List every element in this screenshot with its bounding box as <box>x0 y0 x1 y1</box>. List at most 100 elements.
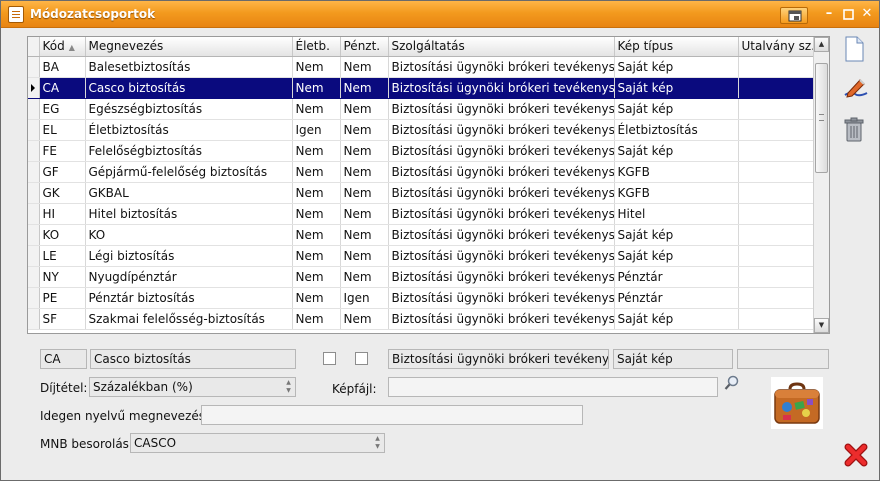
cell-megnevezes[interactable]: KO <box>85 224 293 246</box>
cell-megnevezes[interactable]: Életbiztosítás <box>85 119 293 141</box>
column-header-eletb[interactable]: Életb. <box>292 37 341 57</box>
cell-eletb[interactable]: Nem <box>292 203 341 225</box>
cell-utalvany[interactable] <box>738 161 815 183</box>
cell-szolgaltatas[interactable]: Biztosítási ügynöki brókeri tevékenység <box>388 224 615 246</box>
service-field[interactable]: Biztosítási ügynöki brókeri tevékenység <box>388 349 609 369</box>
modozat-grid[interactable]: Kód ▲ Megnevezés Életb. Pénzt. Szolgáltat… <box>27 36 830 334</box>
cell-utalvany[interactable] <box>738 182 815 204</box>
cell-kod[interactable]: PE <box>39 287 86 309</box>
cell-utalvany[interactable] <box>738 56 815 78</box>
cell-penzt[interactable]: Nem <box>340 140 389 162</box>
cell-kep-tipus[interactable]: Saját kép <box>614 308 739 330</box>
row-indicator[interactable] <box>28 98 40 120</box>
row-indicator[interactable] <box>28 77 40 99</box>
title-bar[interactable]: Módozatcsoportok – ✕ <box>1 1 879 28</box>
cell-megnevezes[interactable]: Gépjármű-felelőség biztosítás <box>85 161 293 183</box>
column-header-megnevezes[interactable]: Megnevezés <box>85 37 293 57</box>
cell-eletb[interactable]: Nem <box>292 98 341 120</box>
cell-utalvany[interactable] <box>738 119 815 141</box>
suitcase-image[interactable] <box>771 377 823 429</box>
cell-szolgaltatas[interactable]: Biztosítási ügynöki brókeri tevékenység <box>388 287 615 309</box>
cell-kep-tipus[interactable]: Saját kép <box>614 140 739 162</box>
table-row[interactable]: BA Balesetbiztosítás Nem Nem Biztosítási ügy… <box>28 56 815 78</box>
restore-icon[interactable] <box>780 7 808 24</box>
cell-kod[interactable]: EG <box>39 98 86 120</box>
cell-megnevezes[interactable]: Felelőségbiztosítás <box>85 140 293 162</box>
cell-szolgaltatas[interactable]: Biztosítási ügynöki brókeri tevékenység <box>388 77 615 99</box>
table-row[interactable]: EG Egészségbiztosítás Nem Nem Biztosítási üg… <box>28 98 815 120</box>
cell-megnevezes[interactable]: Balesetbiztosítás <box>85 56 293 78</box>
cell-megnevezes[interactable]: Egészségbiztosítás <box>85 98 293 120</box>
cell-kep-tipus[interactable]: KGFB <box>614 182 739 204</box>
column-header-szolgaltatas[interactable]: Szolgáltatás <box>388 37 615 57</box>
spin-arrows-icon[interactable]: ▲ ▼ <box>283 379 294 395</box>
cell-kep-tipus[interactable]: Saját kép <box>614 98 739 120</box>
cell-szolgaltatas[interactable]: Biztosítási ügynöki brókeri tevékenység <box>388 140 615 162</box>
table-row[interactable]: EL Életbiztosítás Igen Nem Biztosítási ügynö… <box>28 119 815 141</box>
cell-szolgaltatas[interactable]: Biztosítási ügynöki brókeri tevékenység <box>388 161 615 183</box>
fee-select[interactable]: Százalékban (%) ▲ ▼ <box>89 377 296 397</box>
cell-megnevezes[interactable]: Nyugdípénztár <box>85 266 293 288</box>
table-row[interactable]: SF Szakmai felelősség-biztosítás Nem Nem Biz… <box>28 308 815 330</box>
image-type-field[interactable]: Saját kép <box>613 349 733 369</box>
cell-eletb[interactable]: Nem <box>292 287 341 309</box>
cell-szolgaltatas[interactable]: Biztosítási ügynöki brókeri tevékenység <box>388 98 615 120</box>
cell-megnevezes[interactable]: Hitel biztosítás <box>85 203 293 225</box>
cell-eletb[interactable]: Nem <box>292 245 341 267</box>
name-field[interactable]: Casco biztosítás <box>90 349 296 369</box>
row-indicator[interactable] <box>28 266 40 288</box>
cell-penzt[interactable]: Nem <box>340 224 389 246</box>
cell-eletb[interactable]: Nem <box>292 308 341 330</box>
cell-megnevezes[interactable]: Pénztár biztosítás <box>85 287 293 309</box>
cell-utalvany[interactable] <box>738 266 815 288</box>
trash-icon[interactable] <box>843 117 869 145</box>
cell-eletb[interactable]: Nem <box>292 77 341 99</box>
image-file-field[interactable] <box>388 377 718 397</box>
row-indicator[interactable] <box>28 56 40 78</box>
foreign-name-field[interactable] <box>201 405 583 425</box>
magnifier-icon[interactable] <box>724 375 740 391</box>
row-indicator[interactable] <box>28 245 40 267</box>
cell-kod[interactable]: SF <box>39 308 86 330</box>
cell-kod[interactable]: EL <box>39 119 86 141</box>
cell-kep-tipus[interactable]: Saját kép <box>614 245 739 267</box>
cell-utalvany[interactable] <box>738 224 815 246</box>
cell-szolgaltatas[interactable]: Biztosítási ügynöki brókeri tevékenység <box>388 56 615 78</box>
cell-kod[interactable]: GF <box>39 161 86 183</box>
table-row[interactable]: KO KO Nem Nem Biztosítási ügynöki brókeri te… <box>28 224 815 246</box>
table-row[interactable]: CA Casco biztosítás Nem Nem Biztosítási ügyn… <box>28 77 815 99</box>
row-indicator[interactable] <box>28 119 40 141</box>
cell-kod[interactable]: GK <box>39 182 86 204</box>
cell-szolgaltatas[interactable]: Biztosítási ügynöki brókeri tevékenység <box>388 245 615 267</box>
cell-penzt[interactable]: Igen <box>340 287 389 309</box>
cell-utalvany[interactable] <box>738 140 815 162</box>
cell-penzt[interactable]: Nem <box>340 119 389 141</box>
cell-megnevezes[interactable]: Szakmai felelősség-biztosítás <box>85 308 293 330</box>
cell-eletb[interactable]: Nem <box>292 161 341 183</box>
cell-penzt[interactable]: Nem <box>340 245 389 267</box>
scroll-thumb[interactable] <box>815 63 828 173</box>
cell-kep-tipus[interactable]: Saját kép <box>614 56 739 78</box>
table-row[interactable]: LE Légi biztosítás Nem Nem Biztosítási ügynö… <box>28 245 815 267</box>
row-indicator[interactable] <box>28 287 40 309</box>
cell-kod[interactable]: FE <box>39 140 86 162</box>
row-indicator[interactable] <box>28 203 40 225</box>
cell-eletb[interactable]: Nem <box>292 182 341 204</box>
cell-utalvany[interactable] <box>738 287 815 309</box>
maximize-icon[interactable] <box>841 6 855 22</box>
cell-kep-tipus[interactable]: Életbiztosítás <box>614 119 739 141</box>
delete-x-icon[interactable] <box>844 443 868 467</box>
cell-kep-tipus[interactable]: Pénztár <box>614 287 739 309</box>
table-row[interactable]: FE Felelőségbiztosítás Nem Nem Biztosítási ü… <box>28 140 815 162</box>
cell-penzt[interactable]: Nem <box>340 77 389 99</box>
cell-kod[interactable]: BA <box>39 56 86 78</box>
edit-pencil-icon[interactable] <box>843 77 869 105</box>
column-header-kep-tipus[interactable]: Kép típus <box>614 37 739 57</box>
cell-szolgaltatas[interactable]: Biztosítási ügynöki brókeri tevékenység <box>388 182 615 204</box>
cell-penzt[interactable]: Nem <box>340 203 389 225</box>
cell-szolgaltatas[interactable]: Biztosítási ügynöki brókeri tevékenység <box>388 266 615 288</box>
cell-kep-tipus[interactable]: Saját kép <box>614 224 739 246</box>
table-row[interactable]: PE Pénztár biztosítás Nem Igen Biztosítási ü… <box>28 287 815 309</box>
row-indicator[interactable] <box>28 161 40 183</box>
cell-utalvany[interactable] <box>738 308 815 330</box>
